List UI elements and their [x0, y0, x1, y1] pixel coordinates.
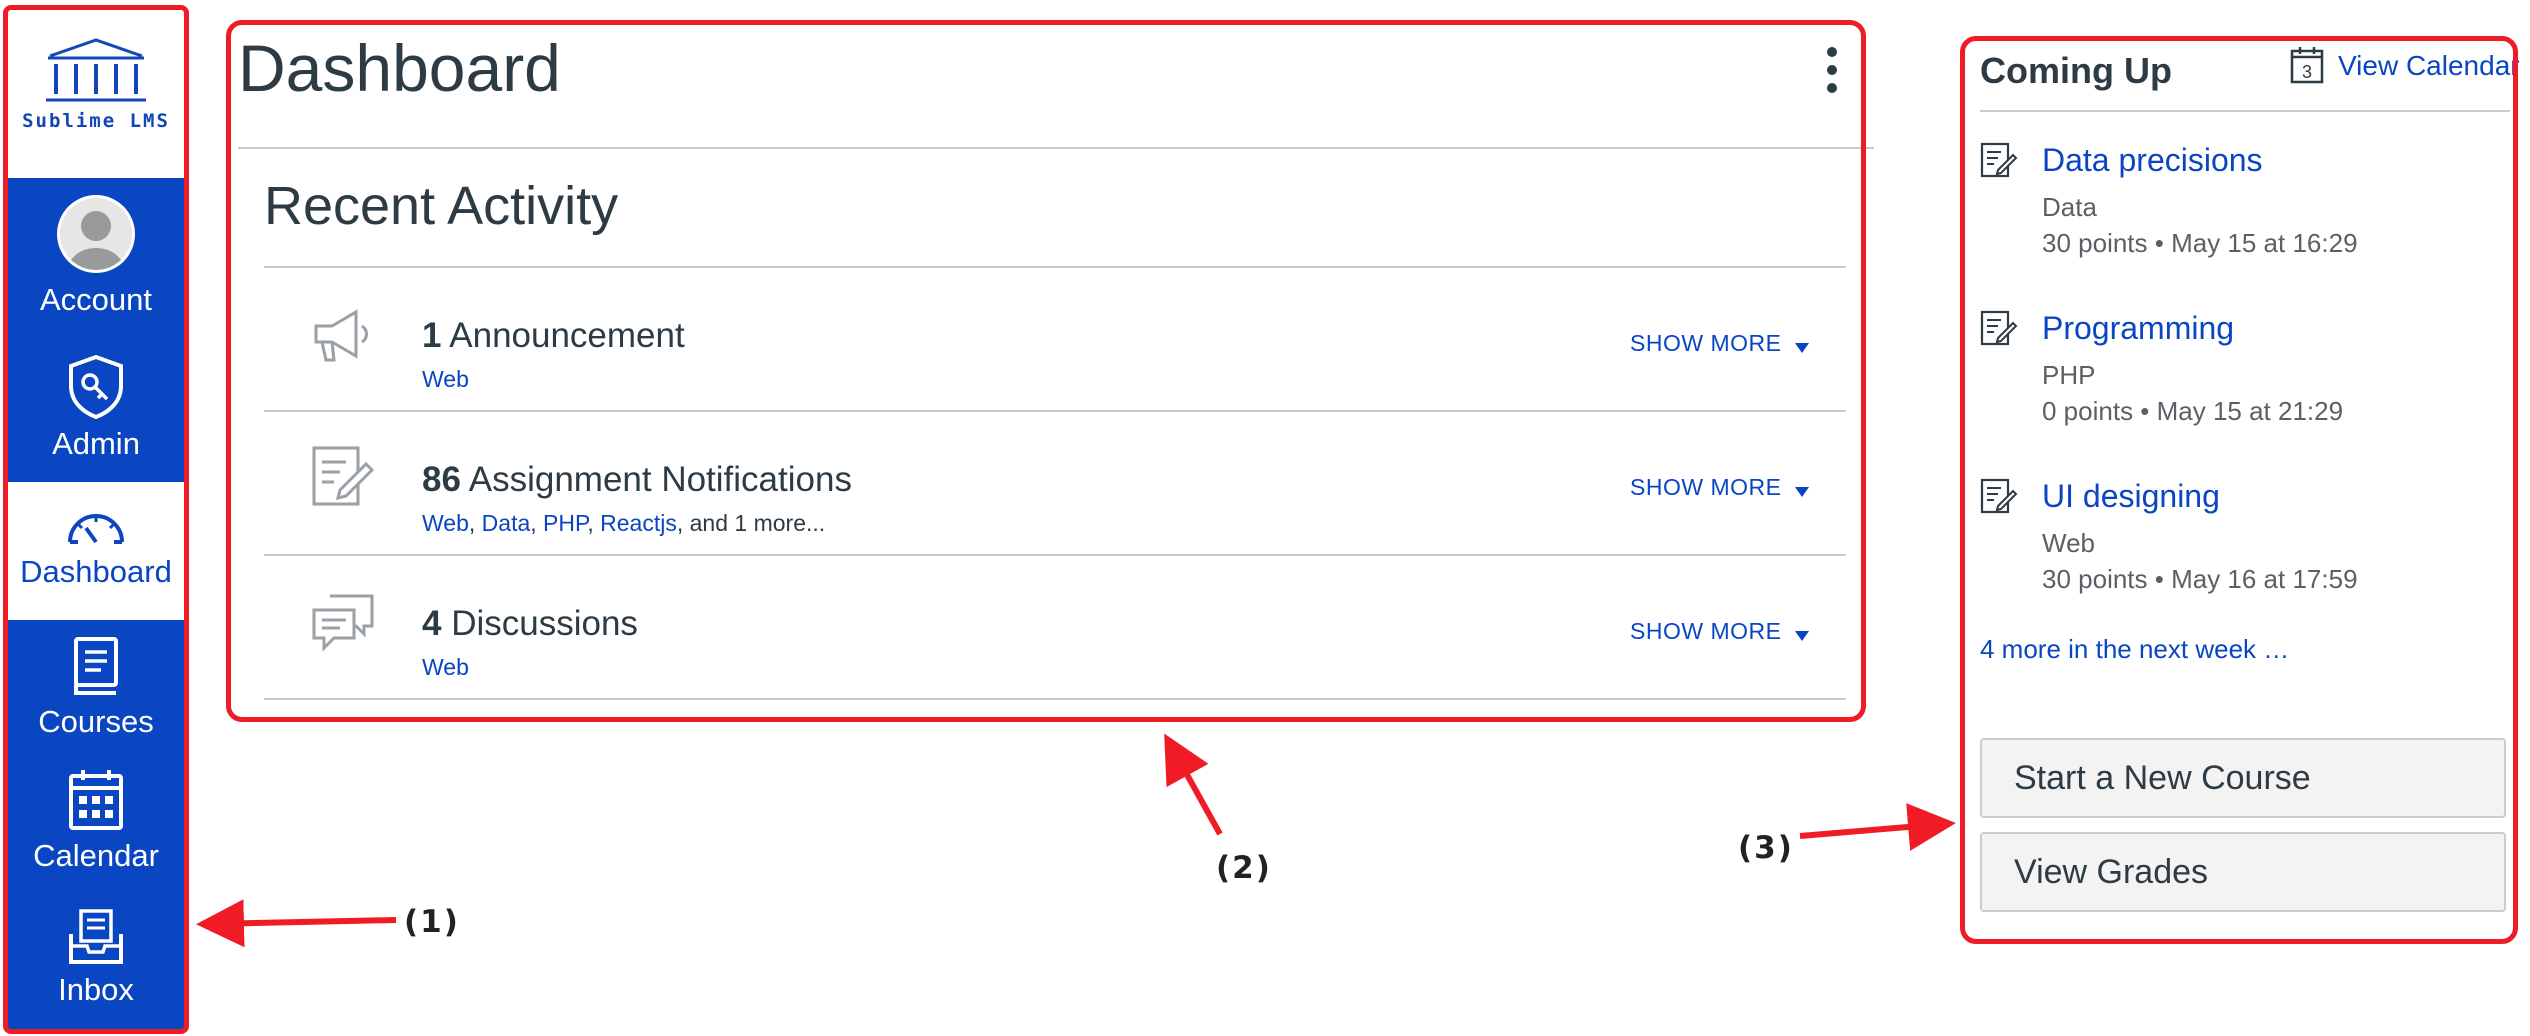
annotation-label-1: (1)	[404, 904, 460, 940]
annotation-box-dashboard	[226, 20, 1866, 722]
annotation-label-3: (3)	[1738, 830, 1794, 866]
annotation-box-sidebar	[1960, 36, 2518, 944]
annotation-box-navigation	[3, 5, 189, 1034]
arrow-to-navigation	[196, 899, 397, 948]
arrow-to-sidebar	[1799, 803, 1956, 851]
arrow-to-dashboard	[1164, 733, 1223, 836]
annotation-label-2: (2)	[1216, 850, 1272, 886]
